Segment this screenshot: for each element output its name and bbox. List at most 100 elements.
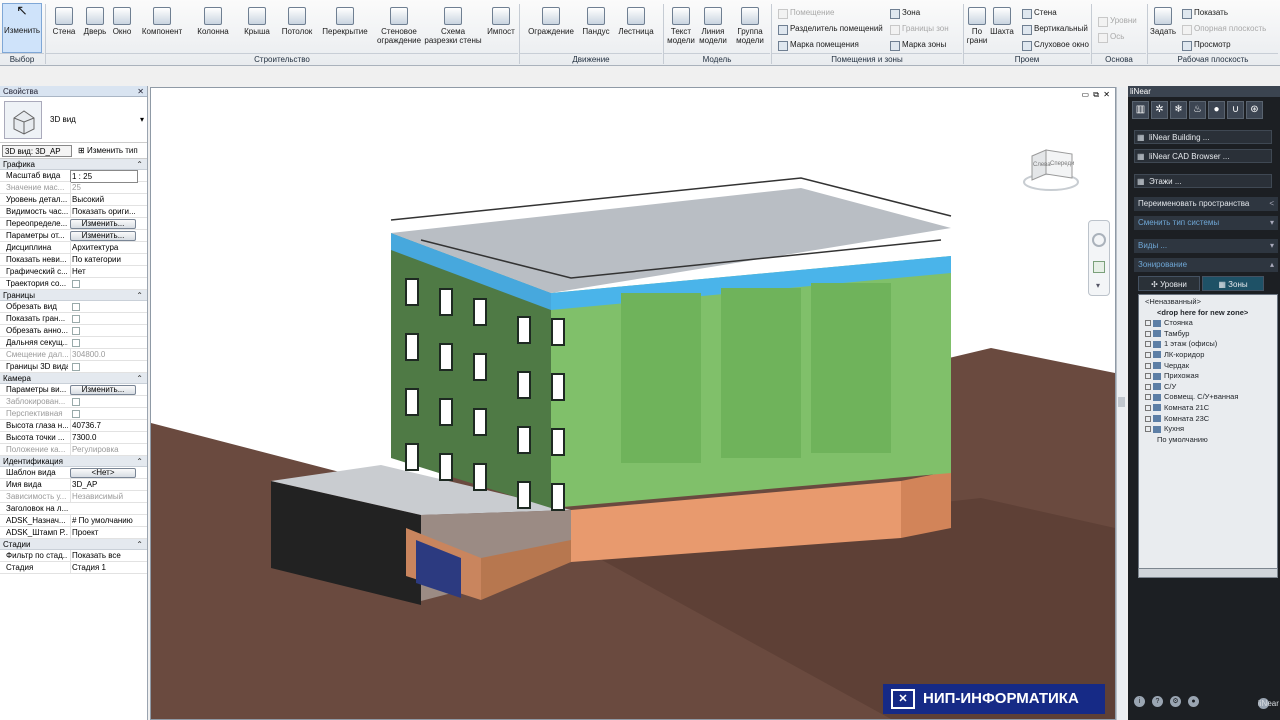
steering-wheel-icon[interactable]: [1092, 233, 1106, 247]
change-system-header[interactable]: Сменить тип системы ▾: [1134, 216, 1278, 230]
water-icon[interactable]: ●: [1208, 101, 1225, 119]
property-checkbox[interactable]: [72, 363, 80, 371]
room-button[interactable]: Помещение: [778, 8, 834, 19]
rename-spaces-header[interactable]: Переименовать пространства <: [1134, 197, 1278, 211]
radiator-icon[interactable]: ▥: [1132, 101, 1149, 119]
tree-scrollbar[interactable]: [1138, 568, 1278, 578]
modify-button[interactable]: ↖ Изменить: [2, 3, 42, 53]
expand-icon[interactable]: [1145, 362, 1151, 369]
zone-tree-item[interactable]: Совмещ. С/У+ванная: [1139, 392, 1277, 403]
ref-plane-button[interactable]: Опорная плоскость: [1182, 24, 1266, 35]
zone-tag-button[interactable]: Марка зоны: [890, 40, 946, 51]
model-line-button[interactable]: Линия модели: [698, 5, 728, 45]
scroll-thumb[interactable]: [1118, 397, 1125, 407]
expand-icon[interactable]: [1145, 341, 1151, 348]
zoning-header[interactable]: Зонирование ▴: [1134, 258, 1278, 272]
zone-tree-item[interactable]: Кухня: [1139, 424, 1277, 435]
stair-button[interactable]: Лестница: [616, 5, 656, 36]
property-checkbox[interactable]: [72, 339, 80, 347]
linear-cad-browser-button[interactable]: liNear CAD Browser ...: [1134, 149, 1272, 163]
wall-button[interactable]: Стена: [50, 5, 78, 36]
expand-icon[interactable]: [1145, 426, 1151, 433]
mullion-button[interactable]: Импост: [484, 5, 518, 36]
property-checkbox[interactable]: [72, 315, 80, 323]
property-edit-button[interactable]: Изменить...: [70, 385, 136, 395]
grid-button[interactable]: Ось: [1098, 32, 1124, 43]
property-checkbox[interactable]: [72, 303, 80, 311]
zone-bounds-button[interactable]: Границы зон: [890, 24, 949, 35]
collapse-icon[interactable]: ⌃: [136, 290, 143, 301]
property-value[interactable]: Высокий: [70, 194, 138, 205]
view-instance-select[interactable]: 3D вид: 3D_AP: [2, 145, 72, 157]
property-group-header[interactable]: Идентификация ⌃: [0, 456, 147, 467]
set-workplane-button[interactable]: Задать: [1150, 5, 1176, 36]
zoom-icon[interactable]: [1093, 261, 1105, 273]
zone-tree-item[interactable]: Стоянка: [1139, 318, 1277, 329]
zone-tree-item[interactable]: Комната 23С: [1139, 414, 1277, 425]
property-group-header[interactable]: Границы ⌃: [0, 290, 147, 301]
shaft-button[interactable]: Шахта: [990, 5, 1014, 36]
viewer-button[interactable]: Просмотр: [1182, 40, 1231, 51]
linear-building-button[interactable]: liNear Building ...: [1134, 130, 1272, 144]
room-tag-button[interactable]: Марка помещения: [778, 40, 859, 51]
edit-type-button[interactable]: ⊞ Изменить тип: [78, 145, 138, 156]
close-icon[interactable]: ✕: [137, 86, 144, 97]
property-value[interactable]: 7300.0: [70, 432, 138, 443]
heating-icon[interactable]: ♨: [1189, 101, 1206, 119]
property-value[interactable]: Проект: [70, 527, 138, 538]
zone-tree-item[interactable]: С/У: [1139, 382, 1277, 393]
door-button[interactable]: Дверь: [82, 5, 108, 36]
view-cube-left-face[interactable]: Слева: [1033, 162, 1051, 168]
view-cube-front-face[interactable]: Спереди: [1050, 161, 1074, 167]
expand-icon[interactable]: [1145, 373, 1151, 380]
expand-icon[interactable]: [1145, 383, 1151, 390]
ventilation-icon[interactable]: ✲: [1151, 101, 1168, 119]
tab-levels[interactable]: ✣ Уровни: [1138, 276, 1200, 291]
zone-tree-item[interactable]: Комната 21С: [1139, 403, 1277, 414]
collapse-icon[interactable]: ⌃: [136, 373, 143, 384]
expand-icon[interactable]: [1145, 415, 1151, 422]
property-value[interactable]: # По умолчанию: [70, 515, 138, 526]
tree-root[interactable]: <Неназванный>: [1139, 297, 1277, 308]
property-value[interactable]: Архитектура: [70, 242, 138, 253]
collapse-icon[interactable]: ⌃: [136, 539, 143, 550]
property-value[interactable]: 40736.7: [70, 420, 138, 431]
user-icon[interactable]: ●: [1188, 696, 1199, 707]
ceiling-button[interactable]: Потолок: [278, 5, 316, 36]
cooling-icon[interactable]: ❄: [1170, 101, 1187, 119]
expand-icon[interactable]: [1145, 330, 1151, 337]
property-value[interactable]: 3D_AP: [70, 479, 138, 490]
model-text-button[interactable]: Текст модели: [666, 5, 696, 45]
property-edit-button[interactable]: Изменить...: [70, 231, 136, 241]
zone-tree-item[interactable]: Чердак: [1139, 361, 1277, 372]
property-value[interactable]: Нет: [70, 266, 138, 277]
wall-opening-button[interactable]: Стена: [1022, 8, 1057, 19]
property-value[interactable]: Показать все: [70, 550, 138, 561]
window-button[interactable]: Окно: [110, 5, 134, 36]
property-value[interactable]: По категории: [70, 254, 138, 265]
column-button[interactable]: Колонна: [194, 5, 232, 36]
drain-icon[interactable]: ∪: [1227, 101, 1244, 119]
levels-button[interactable]: Уровни: [1098, 16, 1137, 27]
expand-icon[interactable]: [1145, 394, 1151, 401]
component-button[interactable]: Компонент: [140, 5, 184, 36]
settings-icon[interactable]: ⚙: [1170, 696, 1181, 707]
expand-icon[interactable]: [1145, 320, 1151, 327]
3d-viewport[interactable]: ▭ ⧉ ✕: [150, 87, 1116, 720]
type-selector[interactable]: 3D вид ▾: [0, 97, 147, 143]
zone-tree-item[interactable]: ЛК-коридор: [1139, 350, 1277, 361]
property-value[interactable]: Стадия 1: [70, 562, 138, 573]
property-checkbox[interactable]: [72, 327, 80, 335]
model-group-button[interactable]: Группа модели: [732, 5, 768, 45]
viewport-scrollbar[interactable]: [1116, 87, 1126, 720]
railing-button[interactable]: Ограждение: [526, 5, 576, 36]
collapse-icon[interactable]: ⌃: [136, 159, 143, 170]
view-cube[interactable]: Слева Спереди: [1022, 144, 1080, 192]
property-group-header[interactable]: Камера ⌃: [0, 373, 147, 384]
by-face-button[interactable]: По грани: [966, 5, 988, 45]
expand-icon[interactable]: [1145, 404, 1151, 411]
ramp-button[interactable]: Пандус: [580, 5, 612, 36]
help-icon[interactable]: ?: [1152, 696, 1163, 707]
info-icon[interactable]: i: [1134, 696, 1145, 707]
show-workplane-button[interactable]: Показать: [1182, 8, 1228, 19]
